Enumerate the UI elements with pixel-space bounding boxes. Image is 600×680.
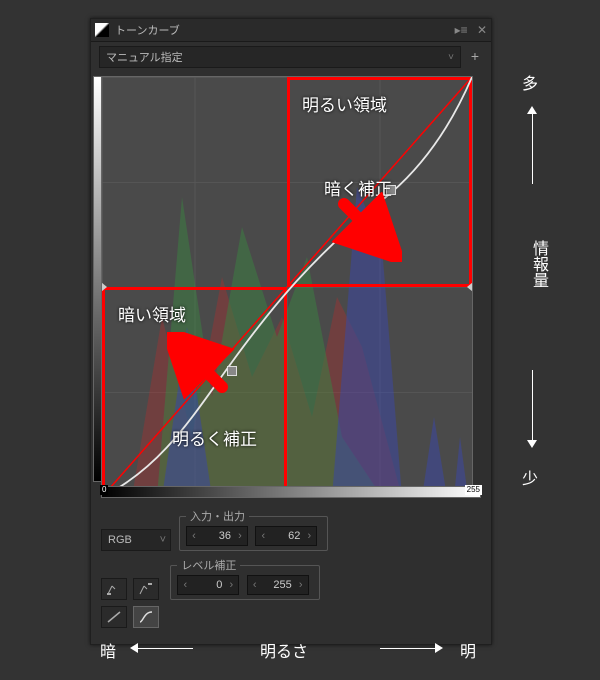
midpoint-marker-right[interactable] [467, 282, 473, 292]
label-bright: 明 [460, 638, 476, 662]
sampler-buttons [101, 578, 162, 600]
panel-menu-icon[interactable]: ▸≡ [455, 23, 468, 37]
arrow-darken [332, 192, 402, 262]
input-gradient-strip: 0 255 [101, 486, 481, 498]
black-point-sampler[interactable] [101, 578, 127, 600]
output-decrement[interactable]: ‹ [256, 530, 270, 542]
panel-title-actions: ▸≡ ✕ [449, 23, 487, 37]
label-brighten: 明るく補正 [172, 425, 257, 450]
line-down [532, 370, 533, 440]
output-increment[interactable]: › [302, 530, 316, 542]
output-value-spinner[interactable]: ‹ 62 › [255, 526, 317, 546]
panel-close-icon[interactable]: ✕ [477, 23, 487, 37]
preset-select[interactable]: マニュアル指定 [99, 46, 461, 68]
channel-select[interactable]: RGB [101, 529, 171, 551]
curve-graph[interactable]: 明るい領域 暗く補正 暗い領域 明るく補正 [101, 76, 473, 498]
io-group-label: 入力・出力 [186, 508, 249, 524]
arrow-left-icon [130, 643, 138, 653]
graph-area: 明るい領域 暗く補正 暗い領域 明るく補正 [101, 76, 481, 498]
label-less: 少 [522, 465, 538, 489]
label-brightness: 明るさ [260, 638, 308, 662]
line-right [380, 648, 435, 649]
line-up [532, 114, 533, 184]
arrow-down-icon [527, 440, 537, 448]
level-high-spinner[interactable]: ‹ 255 › [247, 575, 309, 595]
input-increment[interactable]: › [233, 530, 247, 542]
io-group: 入力・出力 ‹ 36 › ‹ 62 › [179, 508, 328, 551]
arrow-up-icon [527, 106, 537, 114]
arrow-right-icon [435, 643, 443, 653]
preset-select-label: マニュアル指定 [106, 49, 183, 65]
axis-bottom-legend: 暗 明るさ 明 [90, 630, 490, 670]
channel-select-label: RGB [108, 534, 132, 546]
label-dark-region: 暗い領域 [118, 301, 186, 326]
label-more: 多 [522, 70, 538, 94]
level-high-value: 255 [262, 579, 294, 591]
curve-controls: RGB 入力・出力 ‹ 36 › ‹ 62 › [91, 504, 491, 644]
level-group-label: レベル補正 [177, 557, 240, 573]
level-low-decrement[interactable]: ‹ [178, 579, 192, 591]
input-decrement[interactable]: ‹ [187, 530, 201, 542]
label-bright-region: 明るい領域 [302, 91, 387, 116]
tone-curve-icon [95, 23, 109, 37]
output-value: 62 [270, 530, 302, 542]
white-point-sampler[interactable] [133, 578, 159, 600]
panel-titlebar: トーンカーブ ▸≡ ✕ [91, 19, 491, 42]
input-min-label: 0 [100, 485, 108, 495]
level-high-decrement[interactable]: ‹ [248, 579, 262, 591]
tone-curve-panel: トーンカーブ ▸≡ ✕ マニュアル指定 + [90, 18, 492, 645]
label-dark: 暗 [100, 638, 116, 662]
input-value: 36 [201, 530, 233, 542]
add-preset-button[interactable]: + [467, 49, 483, 65]
label-info-amount: 情報量 [526, 240, 550, 288]
midpoint-marker-left[interactable] [101, 282, 107, 292]
curve-type-buttons [101, 606, 162, 628]
linear-curve-button[interactable] [101, 606, 127, 628]
input-value-spinner[interactable]: ‹ 36 › [186, 526, 248, 546]
level-high-increment[interactable]: › [294, 579, 308, 591]
spline-curve-button[interactable] [133, 606, 159, 628]
line-left [138, 648, 193, 649]
level-low-spinner[interactable]: ‹ 0 › [177, 575, 239, 595]
input-max-label: 255 [465, 485, 482, 495]
panel-title: トーンカーブ [115, 22, 449, 38]
level-group: レベル補正 ‹ 0 › ‹ 255 › [170, 557, 319, 600]
level-low-value: 0 [192, 579, 224, 591]
arrow-brighten [167, 332, 237, 402]
tone-curve[interactable] [102, 77, 472, 497]
level-low-increment[interactable]: › [224, 579, 238, 591]
preset-row: マニュアル指定 + [91, 42, 491, 72]
axis-right-legend: 多 情報量 少 [502, 50, 582, 520]
